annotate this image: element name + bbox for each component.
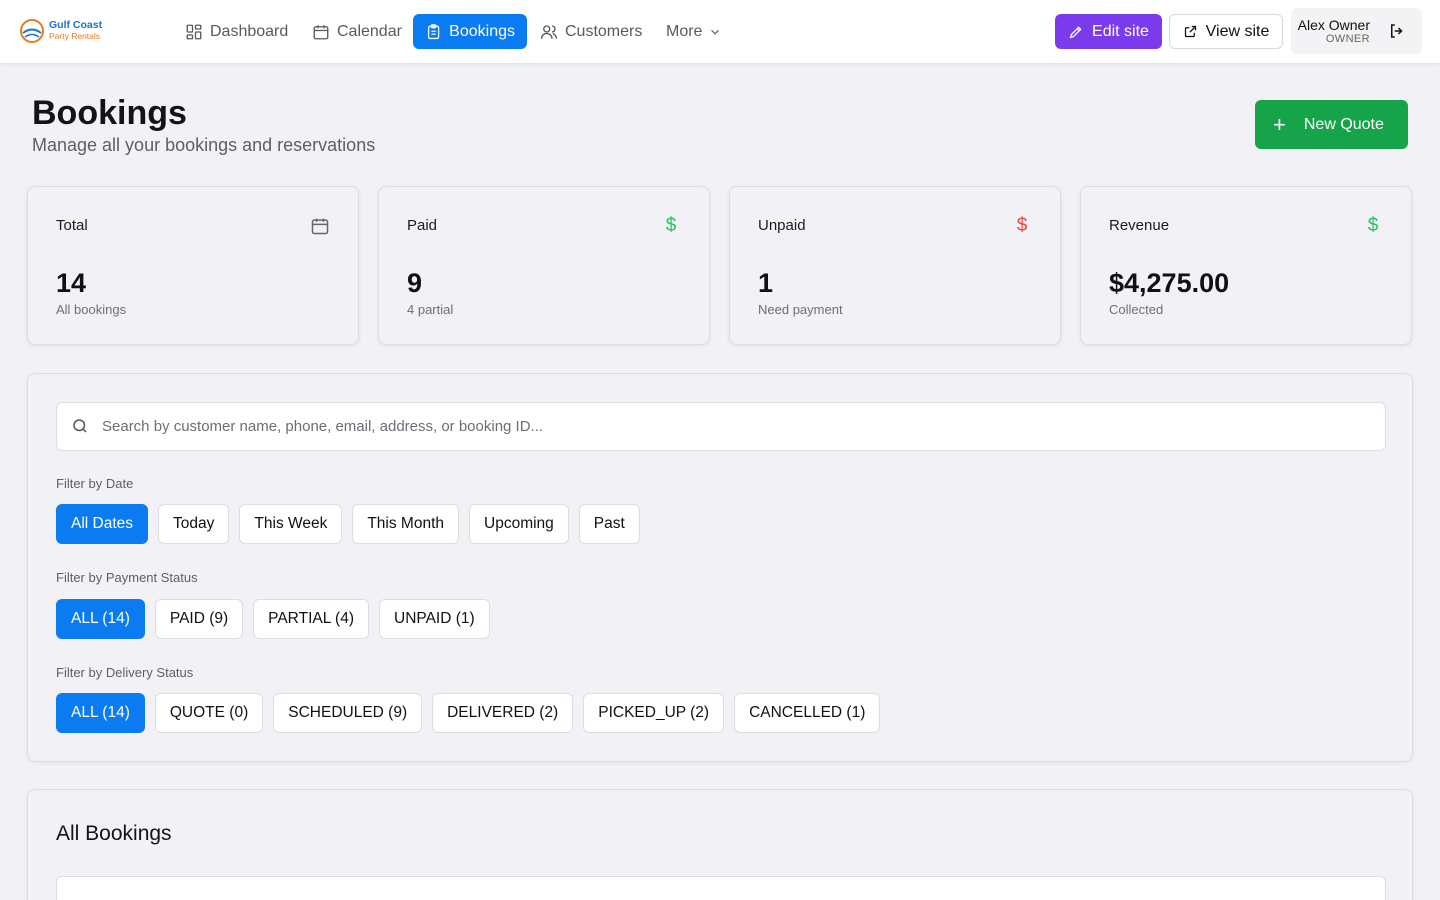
stat-label: Unpaid: [758, 217, 806, 234]
clipboard-icon: [427, 23, 440, 39]
logo-mark-icon: [20, 19, 44, 43]
stat-note: Collected: [1109, 302, 1164, 317]
page-subtitle: Manage all your bookings and reservation…: [32, 135, 376, 155]
date-filter-label: Filter by Date: [56, 476, 134, 491]
stat-note: All bookings: [56, 302, 127, 317]
new-quote-button[interactable]: + New Quote: [1255, 100, 1408, 149]
external-link-icon: [1184, 25, 1196, 38]
stat-value: 14: [56, 268, 87, 298]
date-filter-today[interactable]: Today: [158, 504, 230, 544]
bookings-section: All Bookings: [27, 789, 1413, 900]
payment-filter-label: Filter by Payment Status: [56, 570, 198, 585]
date-filter-upcoming[interactable]: Upcoming: [469, 504, 569, 544]
delivery-filter-delivered[interactable]: DELIVERED (2): [432, 693, 574, 733]
stat-card-total: Total 14 All bookings: [27, 186, 359, 345]
stat-label: Paid: [407, 217, 438, 234]
search-icon: [73, 419, 87, 433]
delivery-filter-scheduled[interactable]: SCHEDULED (9): [273, 693, 423, 733]
payment-filter-paid[interactable]: PAID (9): [154, 599, 244, 639]
stat-label: Revenue: [1109, 217, 1170, 234]
search-input[interactable]: [102, 403, 1372, 450]
date-filter-this-month[interactable]: This Month: [352, 504, 460, 544]
search-box[interactable]: [56, 402, 1386, 451]
delivery-filter-label: Filter by Delivery Status: [56, 665, 194, 680]
users-icon: [540, 24, 558, 39]
dollar-icon: $: [1016, 215, 1028, 236]
plus-icon: +: [1273, 111, 1286, 137]
nav-calendar[interactable]: Calendar: [300, 14, 414, 49]
stat-note: Need payment: [758, 302, 843, 317]
delivery-filter-picked-up[interactable]: PICKED_UP (2): [583, 693, 725, 733]
nav-bookings-label: Bookings: [449, 22, 515, 40]
pencil-icon: [1069, 25, 1082, 38]
dollar-icon: $: [1367, 215, 1379, 236]
nav-bookings[interactable]: Bookings: [413, 14, 527, 49]
brand-logo[interactable]: Gulf Coast Party Rentals: [19, 18, 102, 44]
delivery-filter-group: ALL (14) QUOTE (0) SCHEDULED (9) DELIVER…: [56, 693, 881, 733]
stat-card-revenue: Revenue $ $4,275.00 Collected: [1080, 186, 1412, 345]
nav-calendar-label: Calendar: [337, 22, 402, 40]
date-filter-past[interactable]: Past: [578, 504, 640, 544]
payment-filter-partial[interactable]: PARTIAL (4): [253, 599, 370, 639]
nav-dashboard-label: Dashboard: [210, 22, 289, 40]
delivery-filter-quote[interactable]: QUOTE (0): [154, 693, 264, 733]
stat-label: Total: [56, 217, 88, 234]
edit-site-button[interactable]: Edit site: [1055, 14, 1162, 49]
delivery-filter-cancelled[interactable]: CANCELLED (1): [734, 693, 881, 733]
nav-dashboard[interactable]: Dashboard: [173, 14, 300, 49]
nav-more[interactable]: More: [654, 14, 734, 49]
page-title: Bookings: [32, 94, 187, 132]
brand-tagline: Party Rentals: [49, 31, 101, 41]
user-name: Alex Owner: [1297, 17, 1370, 33]
stat-card-paid: Paid $ 9 4 partial: [378, 186, 710, 345]
stat-note: 4 partial: [407, 302, 454, 317]
edit-site-label: Edit site: [1092, 22, 1149, 40]
stat-value: 1: [758, 268, 774, 298]
nav-customers[interactable]: Customers: [528, 14, 654, 49]
logout-icon[interactable]: [1388, 22, 1406, 40]
calendar-icon: [313, 24, 329, 39]
chevron-down-icon: [711, 29, 720, 35]
payment-filter-unpaid[interactable]: UNPAID (1): [379, 599, 490, 639]
bookings-list: [56, 876, 1386, 900]
dollar-icon: $: [665, 215, 677, 236]
view-site-button[interactable]: View site: [1169, 14, 1283, 49]
user-menu[interactable]: Alex Owner OWNER: [1291, 8, 1422, 54]
stat-value: 9: [407, 268, 423, 298]
dashboard-icon: [186, 24, 202, 39]
filter-panel: Filter by Date All Dates Today This Week…: [27, 373, 1413, 762]
view-site-label: View site: [1205, 22, 1270, 40]
brand-name: Gulf Coast: [49, 19, 103, 31]
payment-filter-group: ALL (14) PAID (9) PARTIAL (4) UNPAID (1): [56, 599, 490, 639]
nav-customers-label: Customers: [565, 22, 643, 40]
calendar-icon: [311, 218, 329, 235]
new-quote-label: New Quote: [1303, 115, 1384, 133]
date-filter-this-week[interactable]: This Week: [239, 504, 343, 544]
date-filter-all[interactable]: All Dates: [56, 504, 149, 544]
user-role: OWNER: [1325, 33, 1370, 45]
bookings-title: All Bookings: [56, 822, 172, 845]
payment-filter-all[interactable]: ALL (14): [56, 599, 145, 639]
stat-value: $4,275.00: [1109, 268, 1230, 298]
nav-more-label: More: [666, 22, 703, 40]
delivery-filter-all[interactable]: ALL (14): [56, 693, 145, 733]
date-filter-group: All Dates Today This Week This Month Upc…: [56, 504, 640, 544]
stat-card-unpaid: Unpaid $ 1 Need payment: [729, 186, 1061, 345]
top-navbar: Gulf Coast Party Rentals Dashboard Calen…: [0, 0, 1440, 64]
